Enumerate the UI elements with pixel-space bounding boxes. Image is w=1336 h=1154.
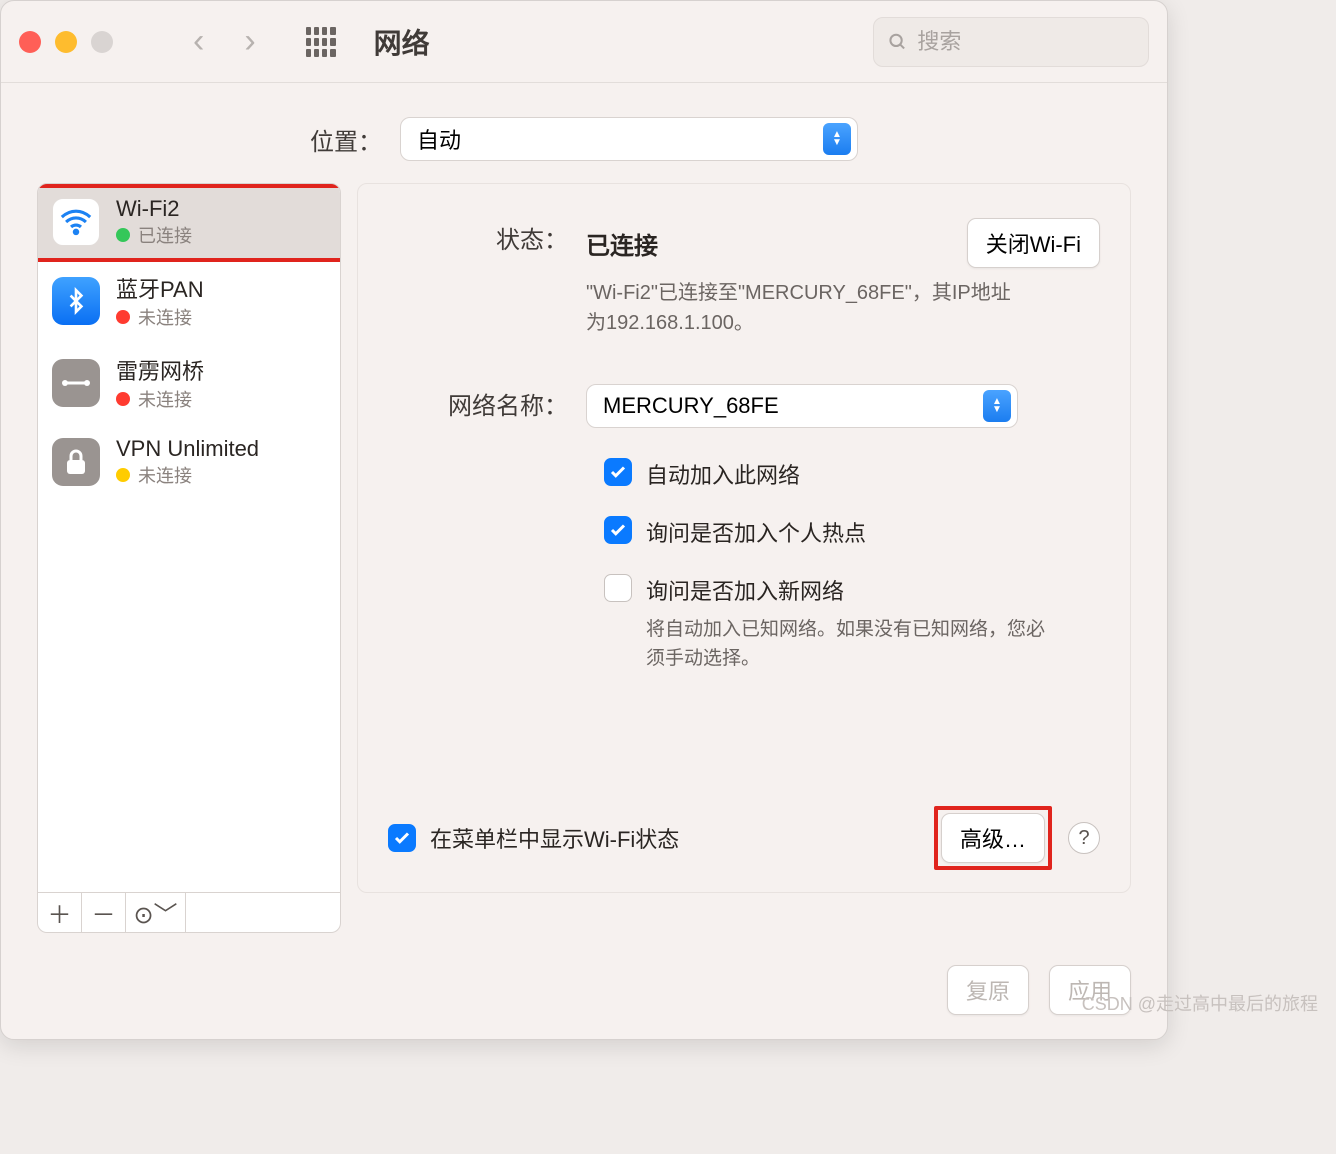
network-name-select[interactable]: MERCURY_68FE ▲▼ [586, 384, 1018, 428]
checkboxes: 自动加入此网络 询问是否加入个人热点 询问是否加入新网络 将自动加入已知网络。如… [604, 458, 1100, 673]
checkbox-label: 询问是否加入个人热点 [646, 516, 866, 548]
checkbox-icon [604, 574, 632, 602]
back-button[interactable]: ‹ [193, 22, 204, 61]
titlebar: ‹ › 网络 [1, 1, 1167, 83]
sidebar-item-thunderbolt[interactable]: 雷雳网桥 未连接 [38, 342, 340, 424]
wifi-icon [52, 198, 100, 246]
sidebar-footer: ＋ － ⊙﹀ [37, 893, 341, 933]
location-value: 自动 [417, 123, 461, 155]
toggle-wifi-button[interactable]: 关闭Wi-Fi [967, 218, 1100, 268]
checkbox-label: 询问是否加入新网络 [646, 579, 844, 604]
revert-button[interactable]: 复原 [947, 965, 1029, 1015]
status-dot [116, 392, 130, 406]
main-panel: 状态： 已连接 关闭Wi-Fi "Wi-Fi2"已连接至"MERCURY_68F… [357, 183, 1131, 893]
interface-sidebar: Wi-Fi2 已连接 蓝牙PAN 未连接 [37, 183, 341, 893]
menubar-checkbox-row[interactable]: 在菜单栏中显示Wi-Fi状态 [388, 822, 679, 854]
thunderbolt-bridge-icon [52, 359, 100, 407]
chevron-updown-icon: ▲▼ [983, 390, 1011, 422]
status-dot [116, 468, 130, 482]
status-value: 已连接 [586, 226, 658, 261]
checkbox-label: 在菜单栏中显示Wi-Fi状态 [430, 822, 679, 854]
autojoin-checkbox-row[interactable]: 自动加入此网络 [604, 458, 1100, 490]
sidebar-item-wifi[interactable]: Wi-Fi2 已连接 [38, 184, 340, 260]
location-select[interactable]: 自动 ▲▼ [400, 117, 858, 161]
search-input[interactable] [917, 29, 1134, 55]
main-footer: 在菜单栏中显示Wi-Fi状态 高级… ? [388, 806, 1100, 870]
sidebar-item-label: 雷雳网桥 [116, 354, 204, 386]
nav-buttons: ‹ › [193, 22, 256, 61]
add-interface-button[interactable]: ＋ [38, 893, 82, 932]
help-button[interactable]: ? [1068, 822, 1100, 854]
status-label: 状态： [388, 218, 586, 255]
checkbox-label: 自动加入此网络 [646, 458, 800, 490]
highlight-box: 高级… [934, 806, 1052, 870]
content: Wi-Fi2 已连接 蓝牙PAN 未连接 [1, 183, 1167, 893]
location-label: 位置： [310, 122, 382, 157]
location-row: 位置： 自动 ▲▼ [1, 83, 1167, 183]
network-name-label: 网络名称： [388, 384, 586, 421]
ask-new-checkbox-row[interactable]: 询问是否加入新网络 将自动加入已知网络。如果没有已知网络，您必须手动选择。 [604, 574, 1100, 673]
network-preferences-window: ‹ › 网络 位置： 自动 ▲▼ [0, 0, 1168, 1040]
window-title: 网络 [374, 22, 430, 62]
sidebar-item-label: Wi-Fi2 [116, 196, 192, 222]
network-name-row: 网络名称： MERCURY_68FE ▲▼ [388, 384, 1100, 428]
checkbox-icon [388, 824, 416, 852]
status-dot [116, 310, 130, 324]
ask-hotspot-checkbox-row[interactable]: 询问是否加入个人热点 [604, 516, 1100, 548]
lock-icon [52, 438, 100, 486]
sidebar-item-vpn[interactable]: VPN Unlimited 未连接 [38, 424, 340, 500]
advanced-button[interactable]: 高级… [941, 813, 1045, 863]
search-icon [888, 31, 907, 53]
close-button[interactable] [19, 31, 41, 53]
status-desc: "Wi-Fi2"已连接至"MERCURY_68FE"，其IP地址为192.168… [586, 278, 1026, 338]
checkbox-icon [604, 516, 632, 544]
all-prefs-icon[interactable] [306, 27, 336, 57]
zoom-button[interactable] [91, 31, 113, 53]
checkbox-desc: 将自动加入已知网络。如果没有已知网络，您必须手动选择。 [646, 616, 1046, 673]
interface-actions-button[interactable]: ⊙﹀ [126, 893, 186, 932]
traffic-lights [19, 31, 113, 53]
chevron-updown-icon: ▲▼ [823, 123, 851, 155]
checkbox-icon [604, 458, 632, 486]
remove-interface-button[interactable]: － [82, 893, 126, 932]
network-name-value: MERCURY_68FE [603, 393, 779, 419]
minimize-button[interactable] [55, 31, 77, 53]
sidebar-item-label: 蓝牙PAN [116, 272, 204, 304]
sidebar-item-bluetooth[interactable]: 蓝牙PAN 未连接 [38, 260, 340, 342]
sidebar-item-label: VPN Unlimited [116, 436, 259, 462]
status-dot [116, 228, 130, 242]
bluetooth-icon [52, 277, 100, 325]
status-row: 状态： 已连接 关闭Wi-Fi "Wi-Fi2"已连接至"MERCURY_68F… [388, 218, 1100, 338]
watermark: CSDN @走过高中最后的旅程 [1082, 990, 1318, 1016]
search-field-wrap[interactable] [873, 17, 1149, 67]
forward-button[interactable]: › [244, 22, 255, 61]
